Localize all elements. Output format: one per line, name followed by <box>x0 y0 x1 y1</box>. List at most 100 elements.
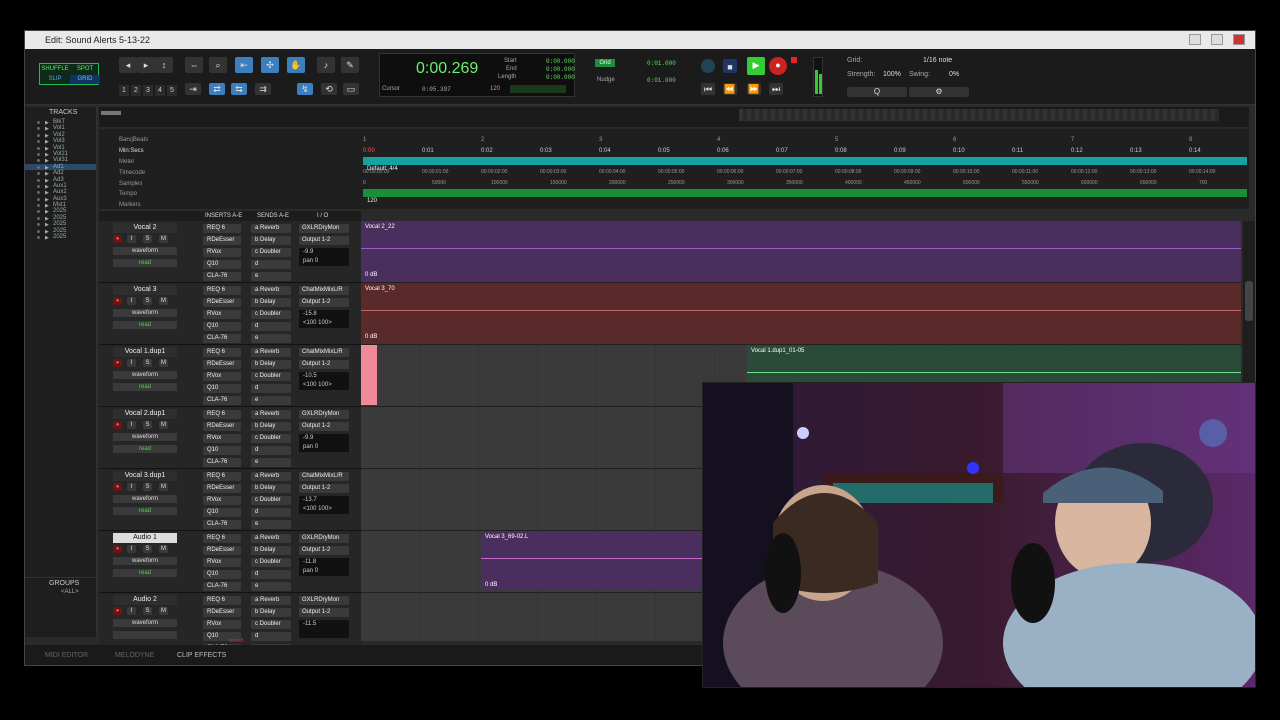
zoom-in-icon[interactable]: ▸ <box>137 57 155 73</box>
send-slot[interactable]: b Delay <box>251 608 291 617</box>
send-slot[interactable]: d <box>251 446 291 455</box>
output-selector[interactable]: Output 1-2 <box>299 484 349 493</box>
input-monitor-button[interactable]: I <box>127 359 136 367</box>
mute-button[interactable]: M <box>159 421 168 429</box>
send-slot[interactable]: b Delay <box>251 546 291 555</box>
strength-value[interactable]: 100% <box>883 71 901 78</box>
track-visibility-icon[interactable] <box>37 121 40 124</box>
solo-button[interactable]: S <box>143 359 152 367</box>
track-visibility-icon[interactable] <box>37 191 40 195</box>
track-visibility-icon[interactable] <box>37 184 40 188</box>
stop-icon[interactable]: ■ <box>723 59 737 73</box>
input-selector[interactable]: GXLRDryMon <box>299 224 349 233</box>
insert-slot[interactable]: REQ 6 <box>203 286 241 295</box>
tab-midi-editor[interactable]: MIDI EDITOR <box>45 645 88 665</box>
insert-slot[interactable]: CLA-76 <box>203 272 241 281</box>
send-slot[interactable]: b Delay <box>251 298 291 307</box>
insertion-follows-icon[interactable]: ⇉ <box>255 83 271 95</box>
send-slot[interactable]: c Doubler <box>251 620 291 629</box>
insert-slot[interactable]: CLA-76 <box>203 458 241 467</box>
zoomer-tool-icon[interactable]: ⌕ <box>209 57 227 73</box>
insert-slot[interactable]: CLA-76 <box>203 396 241 405</box>
send-slot[interactable]: a Reverb <box>251 596 291 605</box>
automation-mode-selector[interactable]: read <box>113 507 177 515</box>
grabber-tool-icon[interactable]: ✋ <box>287 57 305 73</box>
automation-mode-selector[interactable] <box>113 631 177 639</box>
nudge-value[interactable]: 0:01.000 <box>647 77 676 84</box>
track-visibility-icon[interactable] <box>37 127 40 131</box>
output-selector[interactable]: Output 1-2 <box>299 236 349 245</box>
universe-overview[interactable] <box>99 107 1249 127</box>
send-slot[interactable]: a Reverb <box>251 410 291 419</box>
insert-slot[interactable]: RDeEsser <box>203 360 241 369</box>
zoom-preset-2[interactable]: 2 <box>131 85 141 96</box>
send-slot[interactable]: e <box>251 582 291 591</box>
send-slot[interactable]: a Reverb <box>251 224 291 233</box>
volume-pan-box[interactable]: -9.9 pan 0 <box>299 248 349 266</box>
input-monitor-button[interactable]: I <box>127 235 136 243</box>
track-visibility-icon[interactable] <box>37 133 40 137</box>
track-view-selector[interactable]: waveform <box>113 309 177 317</box>
track-view-selector[interactable]: waveform <box>113 433 177 441</box>
insert-slot[interactable]: REQ 6 <box>203 410 241 419</box>
insert-slot[interactable]: Q10 <box>203 260 241 269</box>
send-slot[interactable]: e <box>251 272 291 281</box>
shuffle-mode[interactable]: SHUFFLE <box>40 65 70 74</box>
input-monitor-button[interactable]: I <box>127 421 136 429</box>
play-icon[interactable]: ▶ <box>747 57 765 75</box>
track-name[interactable]: Vocal 3.dup1 <box>113 471 177 481</box>
track-name[interactable]: Vocal 2 <box>113 223 177 233</box>
insert-slot[interactable]: RVox <box>203 310 241 319</box>
insert-slot[interactable]: RVox <box>203 372 241 381</box>
insert-slot[interactable]: CLA-76 <box>203 582 241 591</box>
record-enable-icon[interactable]: ● <box>113 483 122 491</box>
mute-button[interactable]: M <box>159 235 168 243</box>
track-name[interactable]: Vocal 3 <box>113 285 177 295</box>
track-name[interactable]: Audio 1 <box>113 533 177 543</box>
track-visibility-icon[interactable] <box>37 223 40 227</box>
selector-tool-icon[interactable]: ✣ <box>261 57 279 73</box>
insert-slot[interactable]: REQ 6 <box>203 534 241 543</box>
zoom-preset-3[interactable]: 3 <box>143 85 153 96</box>
send-slot[interactable]: c Doubler <box>251 558 291 567</box>
mute-button[interactable]: M <box>159 359 168 367</box>
track-view-selector[interactable]: waveform <box>113 371 177 379</box>
length-value[interactable]: 0:00.000 <box>546 74 575 81</box>
grid-toggle[interactable]: Grid <box>595 59 615 67</box>
maximize-button[interactable] <box>1211 34 1223 45</box>
mute-button[interactable]: M <box>159 297 168 305</box>
insert-slot[interactable]: RVox <box>203 248 241 257</box>
tab-melodyne[interactable]: MELODYNE <box>115 645 154 665</box>
input-selector[interactable]: ChatMixMixL/R <box>299 472 349 481</box>
track-visibility-icon[interactable] <box>37 210 40 214</box>
solo-button[interactable]: S <box>143 421 152 429</box>
mute-button[interactable]: M <box>159 483 168 491</box>
zoom-vertical-icon[interactable]: ↕ <box>155 57 173 73</box>
send-slot[interactable]: d <box>251 322 291 331</box>
track-visibility-icon[interactable] <box>37 165 40 169</box>
input-monitor-button[interactable]: I <box>127 545 136 553</box>
return-to-zero-icon[interactable]: ⏮ <box>701 83 715 95</box>
insert-slot[interactable]: RDeEsser <box>203 484 241 493</box>
track-header[interactable]: Audio 1 ● I S Mwaveform read REQ 6 RDeEsser RVox… <box>99 531 361 593</box>
insert-slot[interactable]: RDeEsser <box>203 236 241 245</box>
track-header[interactable]: Vocal 1.dup1 ● I S Mwaveform read REQ 6 RDeEsse… <box>99 345 361 407</box>
insert-slot[interactable]: RDeEsser <box>203 546 241 555</box>
send-slot[interactable]: d <box>251 570 291 579</box>
send-slot[interactable]: d <box>251 632 291 641</box>
volume-pan-box[interactable]: -10.5 <100 100> <box>299 372 349 390</box>
start-value[interactable]: 0:00.000 <box>546 58 575 65</box>
output-selector[interactable]: Output 1-2 <box>299 608 349 617</box>
trim-tool-icon[interactable]: ⇤ <box>235 57 253 73</box>
audio-clip[interactable]: Vocal 3_70 0 dB <box>361 284 1241 342</box>
solo-button[interactable]: S <box>143 297 152 305</box>
send-slot[interactable]: e <box>251 458 291 467</box>
insert-slot[interactable]: Q10 <box>203 384 241 393</box>
volume-pan-box[interactable]: -13.7 <100 100> <box>299 496 349 514</box>
insert-slot[interactable]: REQ 6 <box>203 224 241 233</box>
send-slot[interactable]: d <box>251 384 291 393</box>
minimize-button[interactable] <box>1189 34 1201 45</box>
record-enable-icon[interactable]: ● <box>113 421 122 429</box>
input-monitor-button[interactable]: I <box>127 483 136 491</box>
mirror-midi-icon[interactable]: ↯ <box>297 83 313 95</box>
